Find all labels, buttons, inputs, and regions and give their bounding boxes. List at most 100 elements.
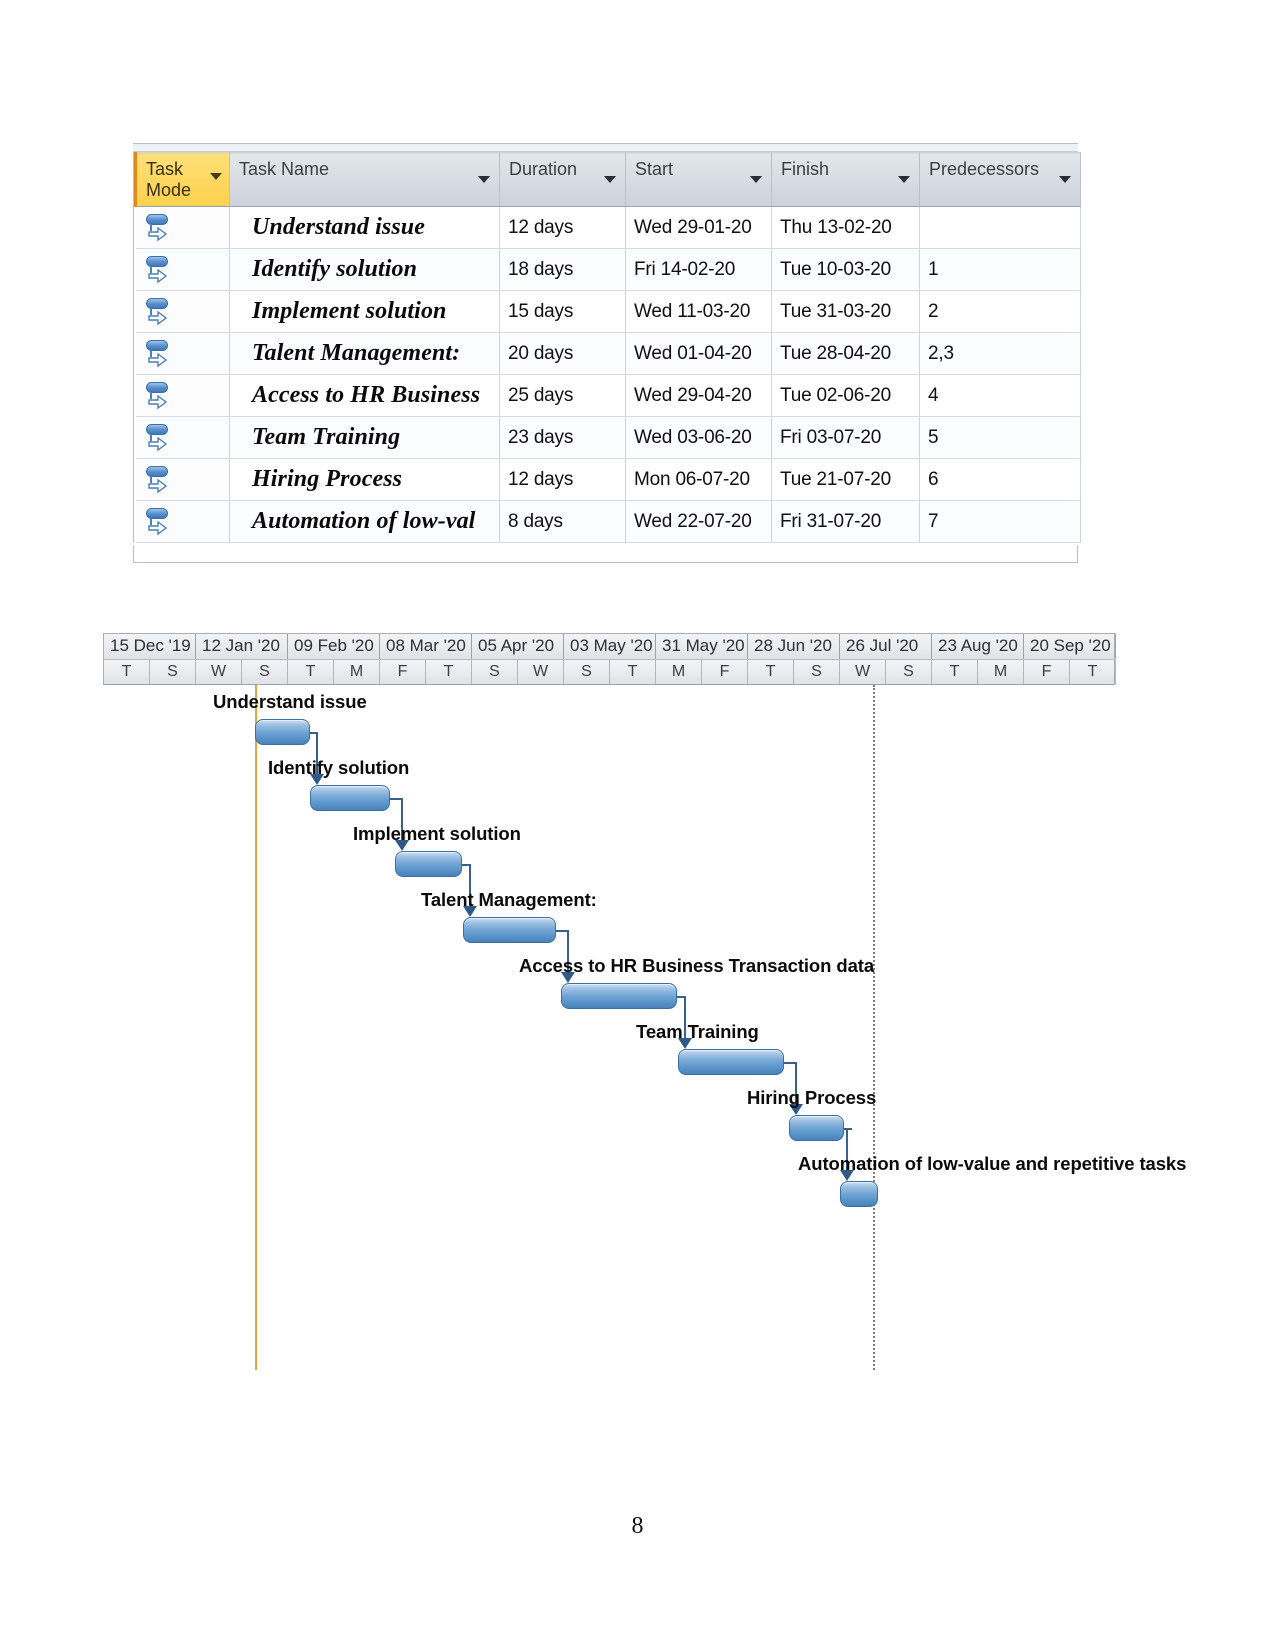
task-name-cell[interactable]: Implement solution xyxy=(229,290,500,333)
task-mode-cell[interactable] xyxy=(135,248,230,291)
column-header-task-name[interactable]: Task Name xyxy=(229,152,500,207)
task-name-cell[interactable]: Access to HR Business xyxy=(229,374,500,417)
gantt-bar[interactable] xyxy=(255,719,310,745)
column-header-duration[interactable]: Duration xyxy=(499,152,626,207)
task-mode-cell[interactable] xyxy=(135,416,230,459)
duration-cell[interactable]: 20 days xyxy=(499,332,626,375)
timeline-week-row: 15 Dec '19 12 Jan '20 09 Feb '20 08 Mar '20… xyxy=(103,633,1116,659)
predecessors-cell[interactable]: 5 xyxy=(919,416,1081,459)
timeline-week-cell: 09 Feb '20 xyxy=(288,634,380,659)
timeline-day-cell: S xyxy=(242,660,288,684)
task-name-cell[interactable]: Team Training xyxy=(229,416,500,459)
duration-cell[interactable]: 12 days xyxy=(499,206,626,249)
task-name-cell[interactable]: Identify solution xyxy=(229,248,500,291)
duration-cell[interactable]: 8 days xyxy=(499,500,626,543)
start-date-cell[interactable]: Wed 11-03-20 xyxy=(625,290,772,333)
start-date-cell[interactable]: Wed 29-04-20 xyxy=(625,374,772,417)
manual-schedule-pin-icon xyxy=(145,507,172,537)
timeline-day-cell: W xyxy=(518,660,564,684)
start-date-cell[interactable]: Wed 29-01-20 xyxy=(625,206,772,249)
finish-date-cell[interactable]: Fri 03-07-20 xyxy=(771,416,920,459)
predecessors-cell[interactable]: 1 xyxy=(919,248,1081,291)
table-row[interactable]: Identify solution 18 days Fri 14-02-20 Tue … xyxy=(135,248,1081,291)
timeline-week-cell: 28 Jun '20 xyxy=(748,634,840,659)
predecessors-cell[interactable]: 2,3 xyxy=(919,332,1081,375)
finish-date-cell[interactable]: Tue 28-04-20 xyxy=(771,332,920,375)
timeline-week-cell: 26 Jul '20 xyxy=(840,634,932,659)
finish-date-cell[interactable]: Tue 10-03-20 xyxy=(771,248,920,291)
gantt-bar-label: Access to HR Business Transaction data xyxy=(519,955,875,976)
task-mode-cell[interactable] xyxy=(135,500,230,543)
task-mode-cell[interactable] xyxy=(135,206,230,249)
predecessors-cell[interactable]: 7 xyxy=(919,500,1081,543)
timeline-week-cell: 08 Mar '20 xyxy=(380,634,472,659)
table-row[interactable]: Automation of low-val 8 days Wed 22-07-20 F… xyxy=(135,500,1081,543)
start-date-cell[interactable]: Mon 06-07-20 xyxy=(625,458,772,501)
chevron-down-icon[interactable] xyxy=(604,176,616,183)
table-bottom-bar xyxy=(133,545,1078,563)
timeline-week-cell: 23 Aug '20 xyxy=(932,634,1024,659)
task-name-cell[interactable]: Understand issue xyxy=(229,206,500,249)
predecessors-cell[interactable]: 2 xyxy=(919,290,1081,333)
timeline-day-cell: T xyxy=(426,660,472,684)
start-date-cell[interactable]: Wed 03-06-20 xyxy=(625,416,772,459)
task-mode-cell[interactable] xyxy=(135,332,230,375)
task-mode-cell[interactable] xyxy=(135,290,230,333)
task-name-cell[interactable]: Automation of low-val xyxy=(229,500,500,543)
start-date-cell[interactable]: Fri 14-02-20 xyxy=(625,248,772,291)
predecessors-cell[interactable] xyxy=(919,206,1081,249)
manual-schedule-pin-icon xyxy=(145,339,172,369)
gantt-bar[interactable] xyxy=(395,851,462,877)
document-page: Task Mode Task Name Duration Start Finis… xyxy=(0,0,1275,1651)
column-header-task-name-label: Task Name xyxy=(239,159,330,179)
task-mode-cell[interactable] xyxy=(135,458,230,501)
duration-cell[interactable]: 23 days xyxy=(499,416,626,459)
timeline-day-cell: W xyxy=(196,660,242,684)
gantt-bar-label: Implement solution xyxy=(353,823,521,844)
gantt-bar-label: Identify solution xyxy=(268,757,410,778)
table-row[interactable]: Team Training 23 days Wed 03-06-20 Fri 03-0… xyxy=(135,416,1081,459)
chevron-down-icon[interactable] xyxy=(1059,176,1071,183)
table-row[interactable]: Talent Management: 20 days Wed 01-04-20 Tue… xyxy=(135,332,1081,375)
table-row[interactable]: Hiring Process 12 days Mon 06-07-20 Tue 21-… xyxy=(135,458,1081,501)
task-name-cell[interactable]: Talent Management: xyxy=(229,332,500,375)
manual-schedule-pin-icon xyxy=(145,297,172,327)
table-row[interactable]: Understand issue 12 days Wed 29-01-20 Thu 1… xyxy=(135,206,1081,249)
duration-cell[interactable]: 12 days xyxy=(499,458,626,501)
predecessors-cell[interactable]: 4 xyxy=(919,374,1081,417)
start-date-cell[interactable]: Wed 22-07-20 xyxy=(625,500,772,543)
gantt-bar[interactable] xyxy=(678,1049,784,1075)
predecessors-cell[interactable]: 6 xyxy=(919,458,1081,501)
chevron-down-icon[interactable] xyxy=(210,173,222,180)
task-mode-cell[interactable] xyxy=(135,374,230,417)
gantt-bar[interactable] xyxy=(561,983,677,1009)
chevron-down-icon[interactable] xyxy=(750,176,762,183)
column-header-predecessors[interactable]: Predecessors xyxy=(919,152,1081,207)
column-header-finish[interactable]: Finish xyxy=(771,152,920,207)
timeline-week-cell: 20 Sep '20 xyxy=(1024,634,1116,659)
column-header-start[interactable]: Start xyxy=(625,152,772,207)
chevron-down-icon[interactable] xyxy=(898,176,910,183)
chevron-down-icon[interactable] xyxy=(478,176,490,183)
finish-date-cell[interactable]: Fri 31-07-20 xyxy=(771,500,920,543)
gantt-bar[interactable] xyxy=(840,1181,878,1207)
manual-schedule-pin-icon xyxy=(145,213,172,243)
task-name-cell[interactable]: Hiring Process xyxy=(229,458,500,501)
start-date-cell[interactable]: Wed 01-04-20 xyxy=(625,332,772,375)
gantt-bar[interactable] xyxy=(463,917,556,943)
gantt-bar-label: Automation of low-value and repetitive t… xyxy=(798,1153,1187,1174)
duration-cell[interactable]: 18 days xyxy=(499,248,626,291)
table-row[interactable]: Access to HR Business 25 days Wed 29-04-20… xyxy=(135,374,1081,417)
gantt-bar[interactable] xyxy=(789,1115,844,1141)
finish-date-cell[interactable]: Tue 21-07-20 xyxy=(771,458,920,501)
finish-date-cell[interactable]: Thu 13-02-20 xyxy=(771,206,920,249)
table-row[interactable]: Implement solution 15 days Wed 11-03-20 Tue… xyxy=(135,290,1081,333)
finish-date-cell[interactable]: Tue 02-06-20 xyxy=(771,374,920,417)
finish-date-cell[interactable]: Tue 31-03-20 xyxy=(771,290,920,333)
column-header-task-mode[interactable]: Task Mode xyxy=(134,152,230,207)
column-header-finish-label: Finish xyxy=(781,159,830,179)
duration-cell[interactable]: 15 days xyxy=(499,290,626,333)
duration-cell[interactable]: 25 days xyxy=(499,374,626,417)
timeline-week-cell: 03 May '20 xyxy=(564,634,656,659)
gantt-bar[interactable] xyxy=(310,785,390,811)
